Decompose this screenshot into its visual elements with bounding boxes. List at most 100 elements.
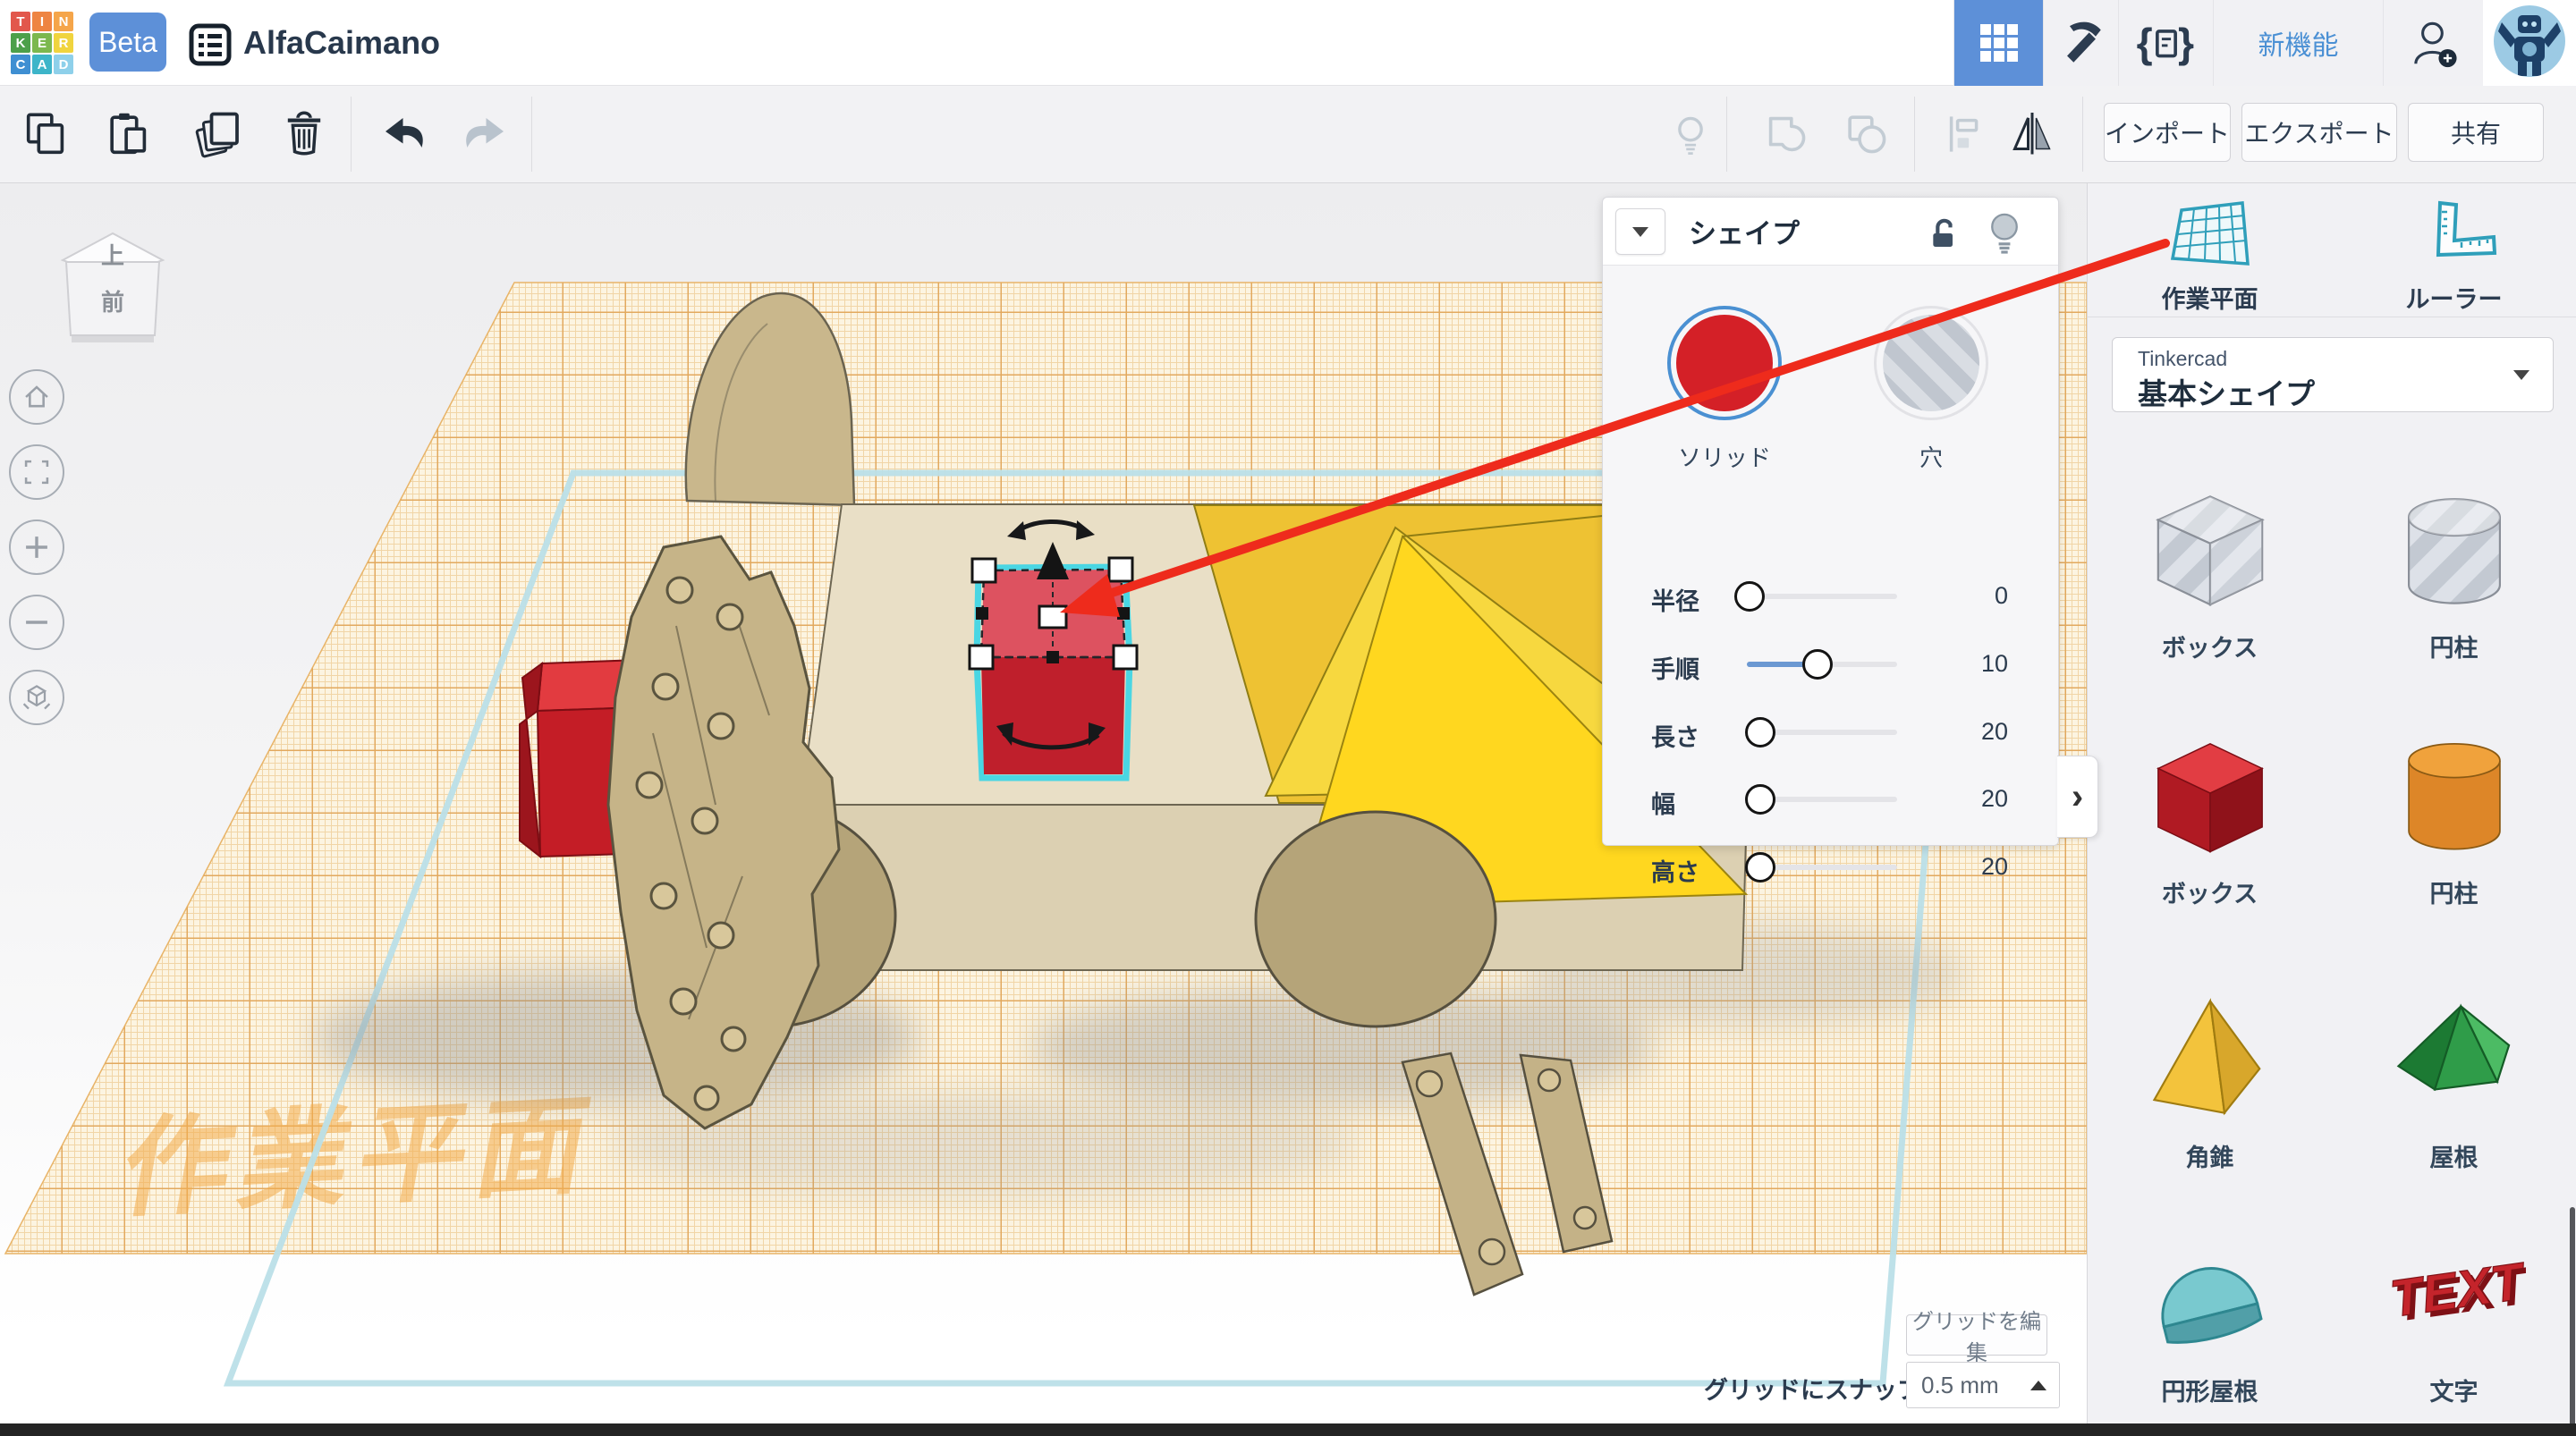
library-name: 基本シェイプ bbox=[2138, 370, 2315, 413]
workplane-tool-label: 作業平面 bbox=[2088, 280, 2332, 315]
home-view-button[interactable] bbox=[9, 369, 64, 425]
perspective-toggle-button[interactable] bbox=[9, 670, 64, 725]
align-button[interactable] bbox=[1936, 106, 1994, 163]
slider-value[interactable]: 0 bbox=[1928, 582, 2008, 610]
codeblocks-button[interactable]: {} bbox=[2118, 0, 2213, 86]
edit-toolbar: インポート エクスポート 共有 bbox=[0, 86, 2576, 183]
sidebar-scrollbar[interactable] bbox=[2570, 1207, 2575, 1436]
shape-item-hole-box[interactable]: ボックス bbox=[2088, 478, 2332, 657]
zoom-out-button[interactable] bbox=[9, 595, 64, 650]
import-button[interactable]: インポート bbox=[2104, 103, 2231, 162]
slider-track[interactable] bbox=[1747, 662, 1897, 667]
design-title[interactable]: AlfaCaimano bbox=[243, 24, 440, 62]
edge-handle[interactable] bbox=[1046, 563, 1058, 576]
duplicate-icon bbox=[191, 107, 245, 161]
invite-user-button[interactable] bbox=[2383, 0, 2483, 86]
slider-label: 幅 bbox=[1651, 785, 1675, 820]
solid-swatch[interactable] bbox=[1676, 315, 1773, 411]
snap-grid-select[interactable]: 0.5 mm bbox=[1906, 1362, 2060, 1408]
shape-library-select[interactable]: Tinkercad 基本シェイプ bbox=[2112, 337, 2554, 412]
shape-item-label: 文字 bbox=[2332, 1373, 2576, 1407]
slider-value[interactable]: 10 bbox=[1928, 650, 2008, 678]
copy-button[interactable] bbox=[18, 106, 75, 163]
paste-button[interactable] bbox=[100, 106, 157, 163]
view-cube-top-label: 上 bbox=[101, 242, 124, 269]
zoom-in-button[interactable] bbox=[9, 519, 64, 575]
hole-swatch[interactable] bbox=[1883, 315, 1979, 411]
slider-track[interactable] bbox=[1747, 594, 1897, 599]
dashboard-grid-button[interactable] bbox=[1953, 0, 2043, 86]
duplicate-button[interactable] bbox=[190, 106, 247, 163]
shape-item-label: 屋根 bbox=[2332, 1138, 2576, 1173]
group-button[interactable] bbox=[1758, 106, 1815, 163]
mirror-button[interactable] bbox=[2004, 106, 2061, 163]
tinkercad-logo[interactable]: TIN KER CAD bbox=[11, 12, 73, 74]
slider-track[interactable] bbox=[1747, 797, 1897, 802]
svg-text:{: { bbox=[2136, 20, 2152, 66]
user-avatar[interactable] bbox=[2493, 4, 2566, 82]
library-brand: Tinkercad bbox=[2138, 347, 2227, 371]
unlock-icon[interactable] bbox=[1926, 215, 1962, 256]
text-shape-icon: TEXTTEXT bbox=[2383, 1222, 2526, 1365]
minecraft-button[interactable] bbox=[2043, 0, 2118, 86]
workplane-tool[interactable]: 作業平面 bbox=[2088, 183, 2332, 317]
view-cube[interactable]: 上 前 bbox=[54, 221, 172, 359]
round-roof-icon bbox=[2139, 1222, 2282, 1365]
slider-knob[interactable] bbox=[1745, 717, 1775, 748]
fit-view-icon bbox=[21, 457, 52, 487]
smart-duplicate-button[interactable] bbox=[1662, 106, 1719, 163]
hole-ring bbox=[1874, 306, 1988, 420]
shape-item-pyramid[interactable]: 角錐 bbox=[2088, 988, 2332, 1167]
align-icon bbox=[1940, 109, 1990, 159]
caret-down-icon bbox=[1632, 227, 1648, 237]
undo-button[interactable] bbox=[376, 106, 433, 163]
slider-knob[interactable] bbox=[1734, 581, 1765, 612]
minus-icon bbox=[21, 607, 52, 638]
slider-label: 半径 bbox=[1651, 582, 1699, 617]
design-properties-icon[interactable] bbox=[188, 22, 233, 72]
slider-knob[interactable] bbox=[1802, 649, 1833, 680]
shape-item-roof[interactable]: 屋根 bbox=[2332, 988, 2576, 1167]
slider-label: 長さ bbox=[1651, 718, 1699, 753]
slider-knob[interactable] bbox=[1745, 784, 1775, 815]
beta-button[interactable]: Beta bbox=[89, 13, 166, 72]
fit-view-button[interactable] bbox=[9, 444, 64, 500]
scale-handle[interactable] bbox=[1109, 558, 1132, 581]
shape-item-hole-cylinder[interactable]: 円柱 bbox=[2332, 478, 2576, 657]
slider-value[interactable]: 20 bbox=[1928, 718, 2008, 746]
redo-button[interactable] bbox=[456, 106, 513, 163]
export-button[interactable]: エクスポート bbox=[2241, 103, 2397, 162]
scale-handle[interactable] bbox=[972, 559, 996, 582]
edge-handle[interactable] bbox=[1046, 651, 1059, 663]
center-handle[interactable] bbox=[1039, 606, 1066, 628]
slider-value[interactable]: 20 bbox=[1928, 853, 2008, 881]
shape-item-cylinder[interactable]: 円柱 bbox=[2332, 724, 2576, 903]
group-icon bbox=[1760, 108, 1812, 160]
shape-item-label: ボックス bbox=[2088, 874, 2332, 909]
caret-up-icon bbox=[2030, 1381, 2046, 1390]
undo-icon bbox=[377, 107, 431, 161]
ruler-tool[interactable]: ルーラー bbox=[2332, 183, 2576, 317]
lightbulb-icon[interactable] bbox=[1985, 210, 2024, 259]
edge-handle[interactable] bbox=[1117, 607, 1130, 620]
new-features-button[interactable]: 新機能 bbox=[2213, 0, 2383, 86]
view-cube-front-label: 前 bbox=[101, 289, 124, 316]
panel-collapse-button[interactable] bbox=[1615, 208, 1665, 255]
shape-item-round-roof[interactable]: 円形屋根 bbox=[2088, 1222, 2332, 1401]
slider-knob[interactable] bbox=[1745, 852, 1775, 883]
slider-value[interactable]: 20 bbox=[1928, 785, 2008, 813]
slider-track[interactable] bbox=[1747, 730, 1897, 735]
fender-hump bbox=[686, 293, 854, 505]
delete-button[interactable] bbox=[275, 106, 333, 163]
panel-expand-tab[interactable]: › bbox=[2057, 756, 2098, 838]
edge-handle[interactable] bbox=[976, 607, 988, 620]
edit-grid-button[interactable]: グリッドを編集 bbox=[1906, 1314, 2047, 1356]
ungroup-button[interactable] bbox=[1838, 106, 1895, 163]
scale-handle[interactable] bbox=[970, 646, 993, 669]
share-button[interactable]: 共有 bbox=[2408, 103, 2544, 162]
shape-item-text[interactable]: TEXTTEXT 文字 bbox=[2332, 1222, 2576, 1401]
slider-track[interactable] bbox=[1747, 865, 1897, 870]
scale-handle[interactable] bbox=[1114, 646, 1137, 669]
shape-item-box[interactable]: ボックス bbox=[2088, 724, 2332, 903]
shape-item-label: 円柱 bbox=[2332, 874, 2576, 909]
